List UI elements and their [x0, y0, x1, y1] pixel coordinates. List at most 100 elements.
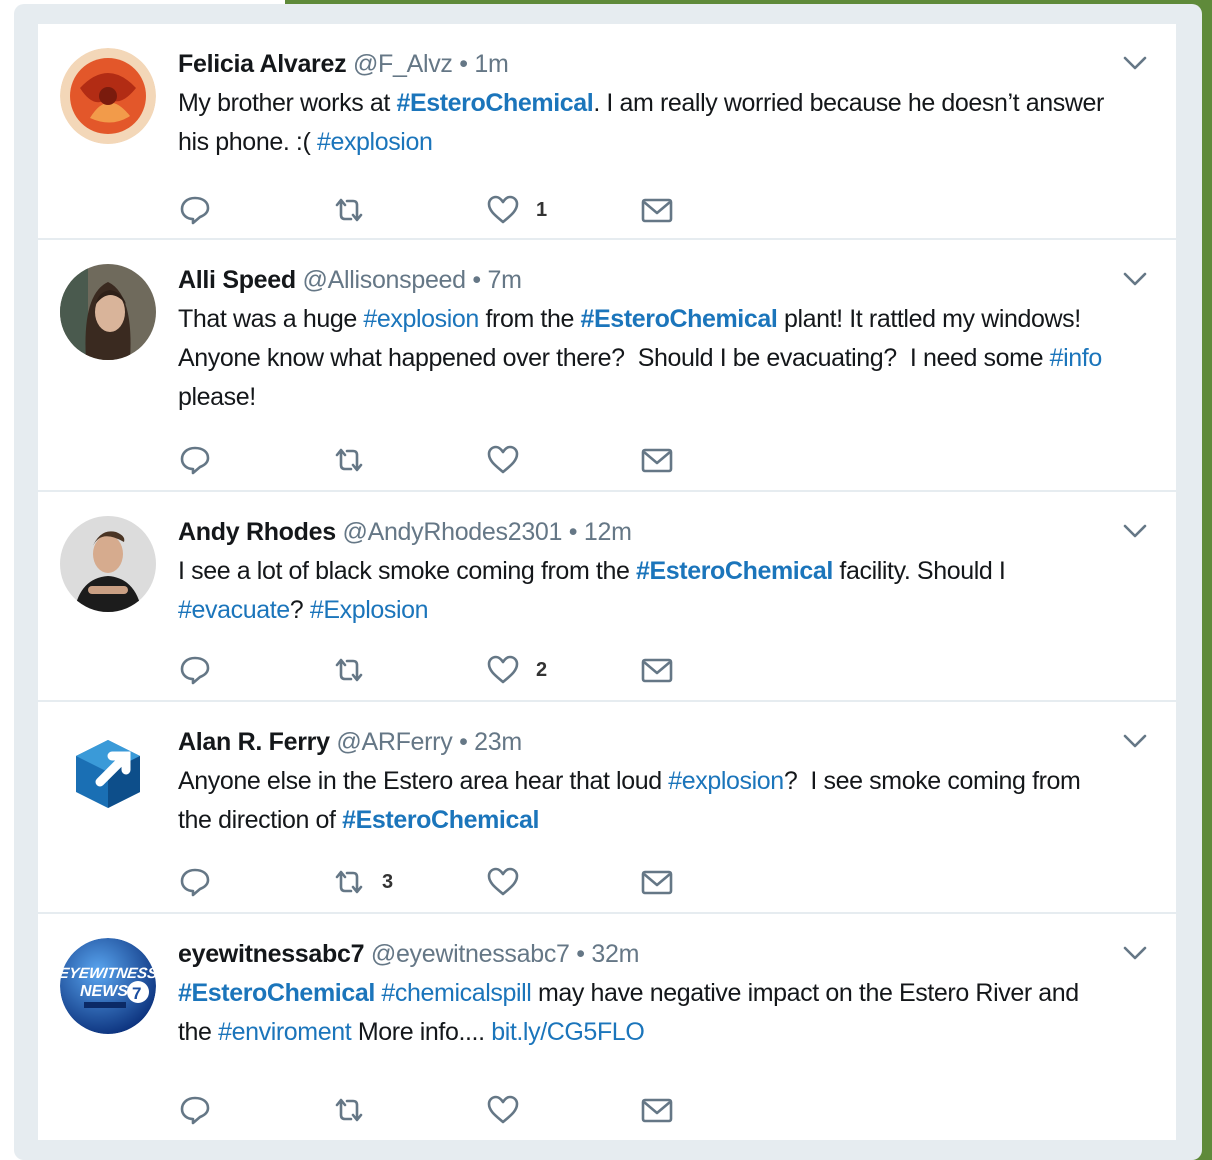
blue-cube-avatar[interactable]: [60, 726, 156, 822]
tweet-text: #EsteroChemical #chemicalspill may have …: [178, 974, 1108, 1052]
tweet-header: Alli Speed @Allisonspeed • 7m: [178, 264, 1108, 296]
tweet-header: eyewitnessabc7 @eyewitnessabc7 • 32m: [178, 938, 1108, 970]
mail-button[interactable]: [640, 652, 674, 688]
tweet-text: That was a huge #explosion from the #Est…: [178, 300, 1108, 417]
retweet-icon: [332, 443, 366, 477]
woman-portrait-avatar[interactable]: [60, 264, 156, 360]
svg-text:EYEWITNESS: EYEWITNESS: [60, 965, 156, 982]
author-handle[interactable]: @ARFerry: [336, 728, 452, 756]
author-name[interactable]: Alli Speed: [178, 266, 296, 294]
author-name[interactable]: Andy Rhodes: [178, 518, 336, 546]
tweet-timestamp[interactable]: 1m: [474, 50, 508, 78]
reply-button[interactable]: [178, 864, 228, 900]
tweet-content: Andy Rhodes @AndyRhodes2301 • 12m I see a…: [178, 516, 1108, 630]
like-button[interactable]: 2: [486, 652, 547, 688]
like-count: 2: [536, 658, 548, 681]
tweet-text-segment: My brother works at: [178, 89, 397, 117]
like-icon: [486, 653, 520, 687]
tweet-timestamp[interactable]: 7m: [488, 266, 522, 294]
separator-dot: •: [452, 728, 475, 756]
retweet-button[interactable]: [332, 192, 382, 228]
hashtag-link[interactable]: #EsteroChemical: [581, 305, 778, 333]
author-handle[interactable]: @AndyRhodes2301: [342, 518, 562, 546]
reply-button[interactable]: [178, 1092, 228, 1128]
tweet-actions: [178, 1092, 738, 1132]
chevron-down-icon[interactable]: [1122, 270, 1148, 288]
hashtag-link[interactable]: #EsteroChemical: [636, 557, 833, 585]
tweet-actions: [178, 442, 738, 482]
tweet-timestamp[interactable]: 12m: [584, 518, 632, 546]
tweet-timestamp[interactable]: 23m: [474, 728, 522, 756]
tweet-header: Alan R. Ferry @ARFerry • 23m: [178, 726, 1108, 758]
mail-button[interactable]: [640, 442, 674, 478]
tweet-content: Alan R. Ferry @ARFerry • 23m Anyone else …: [178, 726, 1108, 840]
reply-button[interactable]: [178, 652, 228, 688]
tweet[interactable]: Alli Speed @Allisonspeed • 7m That was a …: [38, 240, 1176, 492]
like-button[interactable]: 1: [486, 192, 547, 228]
mail-icon: [640, 443, 674, 477]
tweet-timestamp[interactable]: 32m: [591, 940, 639, 968]
tweet-header: Felicia Alvarez @F_Alvz • 1m: [178, 48, 1108, 80]
like-icon: [486, 1093, 520, 1127]
mail-button[interactable]: [640, 1092, 674, 1128]
tweet-text-segment: Anyone else in the Estero area hear that…: [178, 767, 669, 795]
reply-button[interactable]: [178, 442, 228, 478]
tweet[interactable]: Andy Rhodes @AndyRhodes2301 • 12m I see a…: [38, 492, 1176, 702]
hashtag-link[interactable]: #evacuate: [178, 596, 290, 624]
eyewitness-news-logo[interactable]: EYEWITNESS NEWS 7: [60, 938, 156, 1034]
like-button[interactable]: [486, 864, 536, 900]
author-handle[interactable]: @eyewitnessabc7: [371, 940, 570, 968]
author-name[interactable]: Alan R. Ferry: [178, 728, 330, 756]
man-portrait-avatar[interactable]: [60, 516, 156, 612]
hashtag-link[interactable]: #EsteroChemical: [178, 979, 375, 1007]
hashtag-link[interactable]: #EsteroChemical: [396, 89, 593, 117]
hashtag-link[interactable]: #explosion: [363, 305, 479, 333]
tweet-header: Andy Rhodes @AndyRhodes2301 • 12m: [178, 516, 1108, 548]
tweet[interactable]: Alan R. Ferry @ARFerry • 23m Anyone else …: [38, 702, 1176, 914]
mail-icon: [640, 653, 674, 687]
like-button[interactable]: [486, 442, 536, 478]
chevron-down-icon[interactable]: [1122, 944, 1148, 962]
chevron-down-icon[interactable]: [1122, 522, 1148, 540]
retweet-button[interactable]: [332, 442, 382, 478]
like-count: 1: [536, 198, 548, 221]
mail-icon: [640, 193, 674, 227]
author-name[interactable]: Felicia Alvarez: [178, 50, 347, 78]
tweet-text-segment: from the: [478, 305, 581, 333]
chevron-down-icon[interactable]: [1122, 732, 1148, 750]
tweet-text-segment: facility. Should I: [832, 557, 1013, 585]
separator-dot: •: [562, 518, 584, 546]
hashtag-link[interactable]: #explosion: [317, 128, 433, 156]
hashtag-link[interactable]: #enviroment: [218, 1018, 352, 1046]
hashtag-link[interactable]: #EsteroChemical: [342, 806, 539, 834]
tweet-actions: 3: [178, 864, 738, 904]
separator-dot: •: [569, 940, 592, 968]
tweet-text-segment: More info....: [351, 1018, 492, 1046]
retweet-button[interactable]: [332, 652, 382, 688]
red-flower-avatar[interactable]: [60, 48, 156, 144]
hashtag-link[interactable]: #info: [1050, 344, 1103, 372]
mail-button[interactable]: [640, 864, 674, 900]
tweet-text: I see a lot of black smoke coming from t…: [178, 552, 1108, 630]
like-button[interactable]: [486, 1092, 536, 1128]
retweet-icon: [332, 865, 366, 899]
author-name[interactable]: eyewitnessabc7: [178, 940, 365, 968]
tweet-actions: 1: [178, 192, 738, 232]
retweet-count: 3: [382, 870, 394, 893]
reply-button[interactable]: [178, 192, 228, 228]
tweet-content: Alli Speed @Allisonspeed • 7m That was a …: [178, 264, 1108, 417]
svg-text:NEWS: NEWS: [80, 983, 128, 1000]
mail-button[interactable]: [640, 192, 674, 228]
chevron-down-icon[interactable]: [1122, 54, 1148, 72]
separator-dot: •: [452, 50, 475, 78]
hashtag-link[interactable]: bit.ly/CG5FLO: [491, 1018, 645, 1046]
author-handle[interactable]: @F_Alvz: [353, 50, 453, 78]
hashtag-link[interactable]: #chemicalspill: [381, 979, 531, 1007]
retweet-button[interactable]: 3: [332, 864, 393, 900]
retweet-button[interactable]: [332, 1092, 382, 1128]
hashtag-link[interactable]: #explosion: [668, 767, 784, 795]
tweet[interactable]: EYEWITNESS NEWS 7 eyewitnessabc7 @eyewit…: [38, 914, 1176, 1140]
author-handle[interactable]: @Allisonspeed: [303, 266, 467, 294]
tweet[interactable]: Felicia Alvarez @F_Alvz • 1m My brother w…: [38, 24, 1176, 240]
hashtag-link[interactable]: #Explosion: [310, 596, 429, 624]
